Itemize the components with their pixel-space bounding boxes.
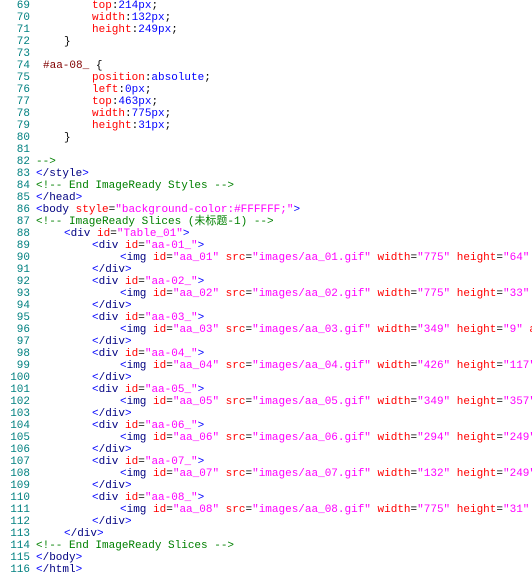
line-number: 90: [0, 252, 30, 264]
code-line: <img id="aa_01" src="images/aa_01.gif" w…: [36, 252, 532, 264]
code-line: </div>: [36, 480, 532, 492]
line-number: 88: [0, 228, 30, 240]
line-number: 96: [0, 324, 30, 336]
code-line: <div id="aa-03_">: [36, 312, 532, 324]
line-number: 92: [0, 276, 30, 288]
line-number: 81: [0, 144, 30, 156]
code-line: <img id="aa_05" src="images/aa_05.gif" w…: [36, 396, 532, 408]
code-line: </style>: [36, 168, 532, 180]
code-line: top:463px;: [36, 96, 532, 108]
line-number: 113: [0, 528, 30, 540]
line-number: 87: [0, 216, 30, 228]
code-line: </div>: [36, 528, 532, 540]
code-line: </div>: [36, 516, 532, 528]
line-number: 91: [0, 264, 30, 276]
line-number: 80: [0, 132, 30, 144]
code-editor: 6970717273747576777879808182838485868788…: [0, 0, 532, 576]
line-number: 94: [0, 300, 30, 312]
code-line: <!-- ImageReady Slices (未标题-1) -->: [36, 216, 532, 228]
line-number: 97: [0, 336, 30, 348]
code-line: <!-- End ImageReady Slices -->: [36, 540, 532, 552]
code-line: <img id="aa_03" src="images/aa_03.gif" w…: [36, 324, 532, 336]
line-number: 99: [0, 360, 30, 372]
line-number: 109: [0, 480, 30, 492]
line-number: 74: [0, 60, 30, 72]
code-line: -->: [36, 156, 532, 168]
code-line: </div>: [36, 408, 532, 420]
line-number: 111: [0, 504, 30, 516]
code-line: </head>: [36, 192, 532, 204]
line-number: 84: [0, 180, 30, 192]
code-line: <div id="aa-01_">: [36, 240, 532, 252]
line-number: 69: [0, 0, 30, 12]
code-line: [36, 144, 532, 156]
code-line: </body>: [36, 552, 532, 564]
line-number: 112: [0, 516, 30, 528]
line-number-gutter: 6970717273747576777879808182838485868788…: [0, 0, 36, 576]
line-number: 75: [0, 72, 30, 84]
code-line: top:214px;: [36, 0, 532, 12]
line-number: 79: [0, 120, 30, 132]
code-line: <img id="aa_08" src="images/aa_08.gif" w…: [36, 504, 532, 516]
line-number: 104: [0, 420, 30, 432]
line-number: 106: [0, 444, 30, 456]
line-number: 116: [0, 564, 30, 576]
line-number: 103: [0, 408, 30, 420]
line-number: 100: [0, 372, 30, 384]
line-number: 73: [0, 48, 30, 60]
code-line: #aa-08_ {: [36, 60, 532, 72]
code-line: }: [36, 132, 532, 144]
code-line: <div id="Table_01">: [36, 228, 532, 240]
line-number: 102: [0, 396, 30, 408]
line-number: 105: [0, 432, 30, 444]
code-line: width:132px;: [36, 12, 532, 24]
line-number: 98: [0, 348, 30, 360]
line-number: 86: [0, 204, 30, 216]
code-line: <div id="aa-04_">: [36, 348, 532, 360]
line-number: 70: [0, 12, 30, 24]
code-line: width:775px;: [36, 108, 532, 120]
code-line: <div id="aa-05_">: [36, 384, 532, 396]
line-number: 101: [0, 384, 30, 396]
code-line: <img id="aa_02" src="images/aa_02.gif" w…: [36, 288, 532, 300]
code-line: height:31px;: [36, 120, 532, 132]
code-line: position:absolute;: [36, 72, 532, 84]
code-line: </div>: [36, 444, 532, 456]
line-number: 107: [0, 456, 30, 468]
code-line: <body style="background-color:#FFFFFF;">: [36, 204, 532, 216]
line-number: 89: [0, 240, 30, 252]
code-line: [36, 48, 532, 60]
line-number: 82: [0, 156, 30, 168]
code-line: left:0px;: [36, 84, 532, 96]
code-line: <div id="aa-07_">: [36, 456, 532, 468]
code-line: </div>: [36, 372, 532, 384]
line-number: 95: [0, 312, 30, 324]
line-number: 93: [0, 288, 30, 300]
line-number: 76: [0, 84, 30, 96]
code-line: <div id="aa-06_">: [36, 420, 532, 432]
code-line: height:249px;: [36, 24, 532, 36]
code-line: <div id="aa-08_">: [36, 492, 532, 504]
line-number: 85: [0, 192, 30, 204]
line-number: 115: [0, 552, 30, 564]
line-number: 71: [0, 24, 30, 36]
code-line: </div>: [36, 336, 532, 348]
code-line: <div id="aa-02_">: [36, 276, 532, 288]
line-number: 77: [0, 96, 30, 108]
code-line: }: [36, 36, 532, 48]
line-number: 110: [0, 492, 30, 504]
code-line: </div>: [36, 264, 532, 276]
code-line: <img id="aa_07" src="images/aa_07.gif" w…: [36, 468, 532, 480]
line-number: 83: [0, 168, 30, 180]
code-line: </div>: [36, 300, 532, 312]
code-line: <img id="aa_04" src="images/aa_04.gif" w…: [36, 360, 532, 372]
line-number: 108: [0, 468, 30, 480]
code-line: <img id="aa_06" src="images/aa_06.gif" w…: [36, 432, 532, 444]
code-area[interactable]: top:214px;width:132px;height:249px;} #aa-…: [36, 0, 532, 576]
line-number: 114: [0, 540, 30, 552]
code-line: <!-- End ImageReady Styles -->: [36, 180, 532, 192]
line-number: 72: [0, 36, 30, 48]
line-number: 78: [0, 108, 30, 120]
code-line: </html>: [36, 564, 532, 576]
